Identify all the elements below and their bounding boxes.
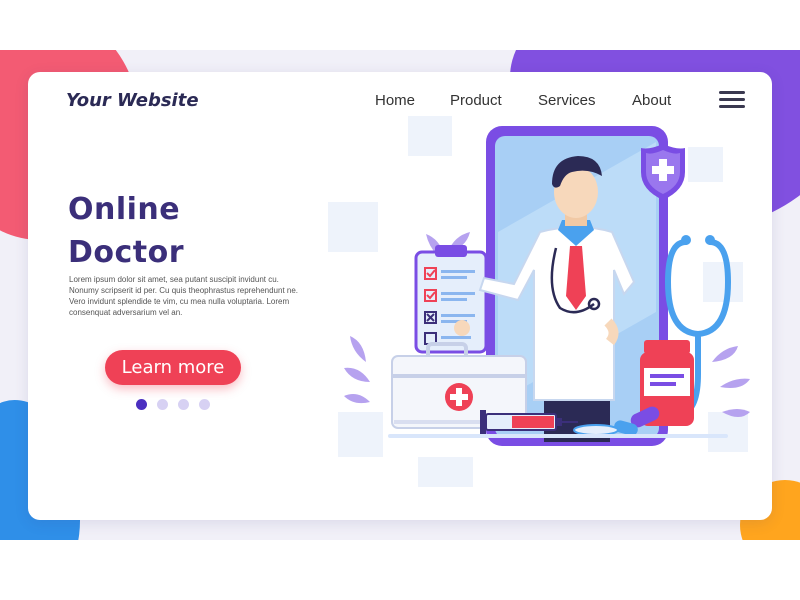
carousel-dot-3[interactable] [178, 399, 189, 410]
clipboard-checklist-icon [414, 245, 488, 354]
carousel-dot-4[interactable] [199, 399, 210, 410]
main-nav: Home Product Services About [28, 92, 772, 112]
nav-about[interactable]: About [632, 92, 671, 109]
carousel-dot-2[interactable] [157, 399, 168, 410]
hero-title-line-1: Online [68, 192, 181, 227]
carousel-dot-1[interactable] [136, 399, 147, 410]
landing-page-card: Your Website Home Product Services About… [28, 72, 772, 520]
hero-title-line-2: Doctor [68, 235, 185, 270]
nav-services[interactable]: Services [538, 92, 596, 109]
hero-description: Lorem ipsum dolor sit amet, sea putant s… [69, 275, 299, 317]
ground-line [388, 434, 728, 438]
nav-product[interactable]: Product [450, 92, 502, 109]
hero-title: Online Doctor [68, 188, 184, 274]
learn-more-button[interactable]: Learn more [105, 350, 241, 385]
doctor-on-phone-illustration [328, 116, 750, 487]
carousel-dots [136, 399, 216, 411]
hamburger-menu-icon[interactable] [719, 91, 745, 109]
nav-home[interactable]: Home [375, 92, 415, 109]
